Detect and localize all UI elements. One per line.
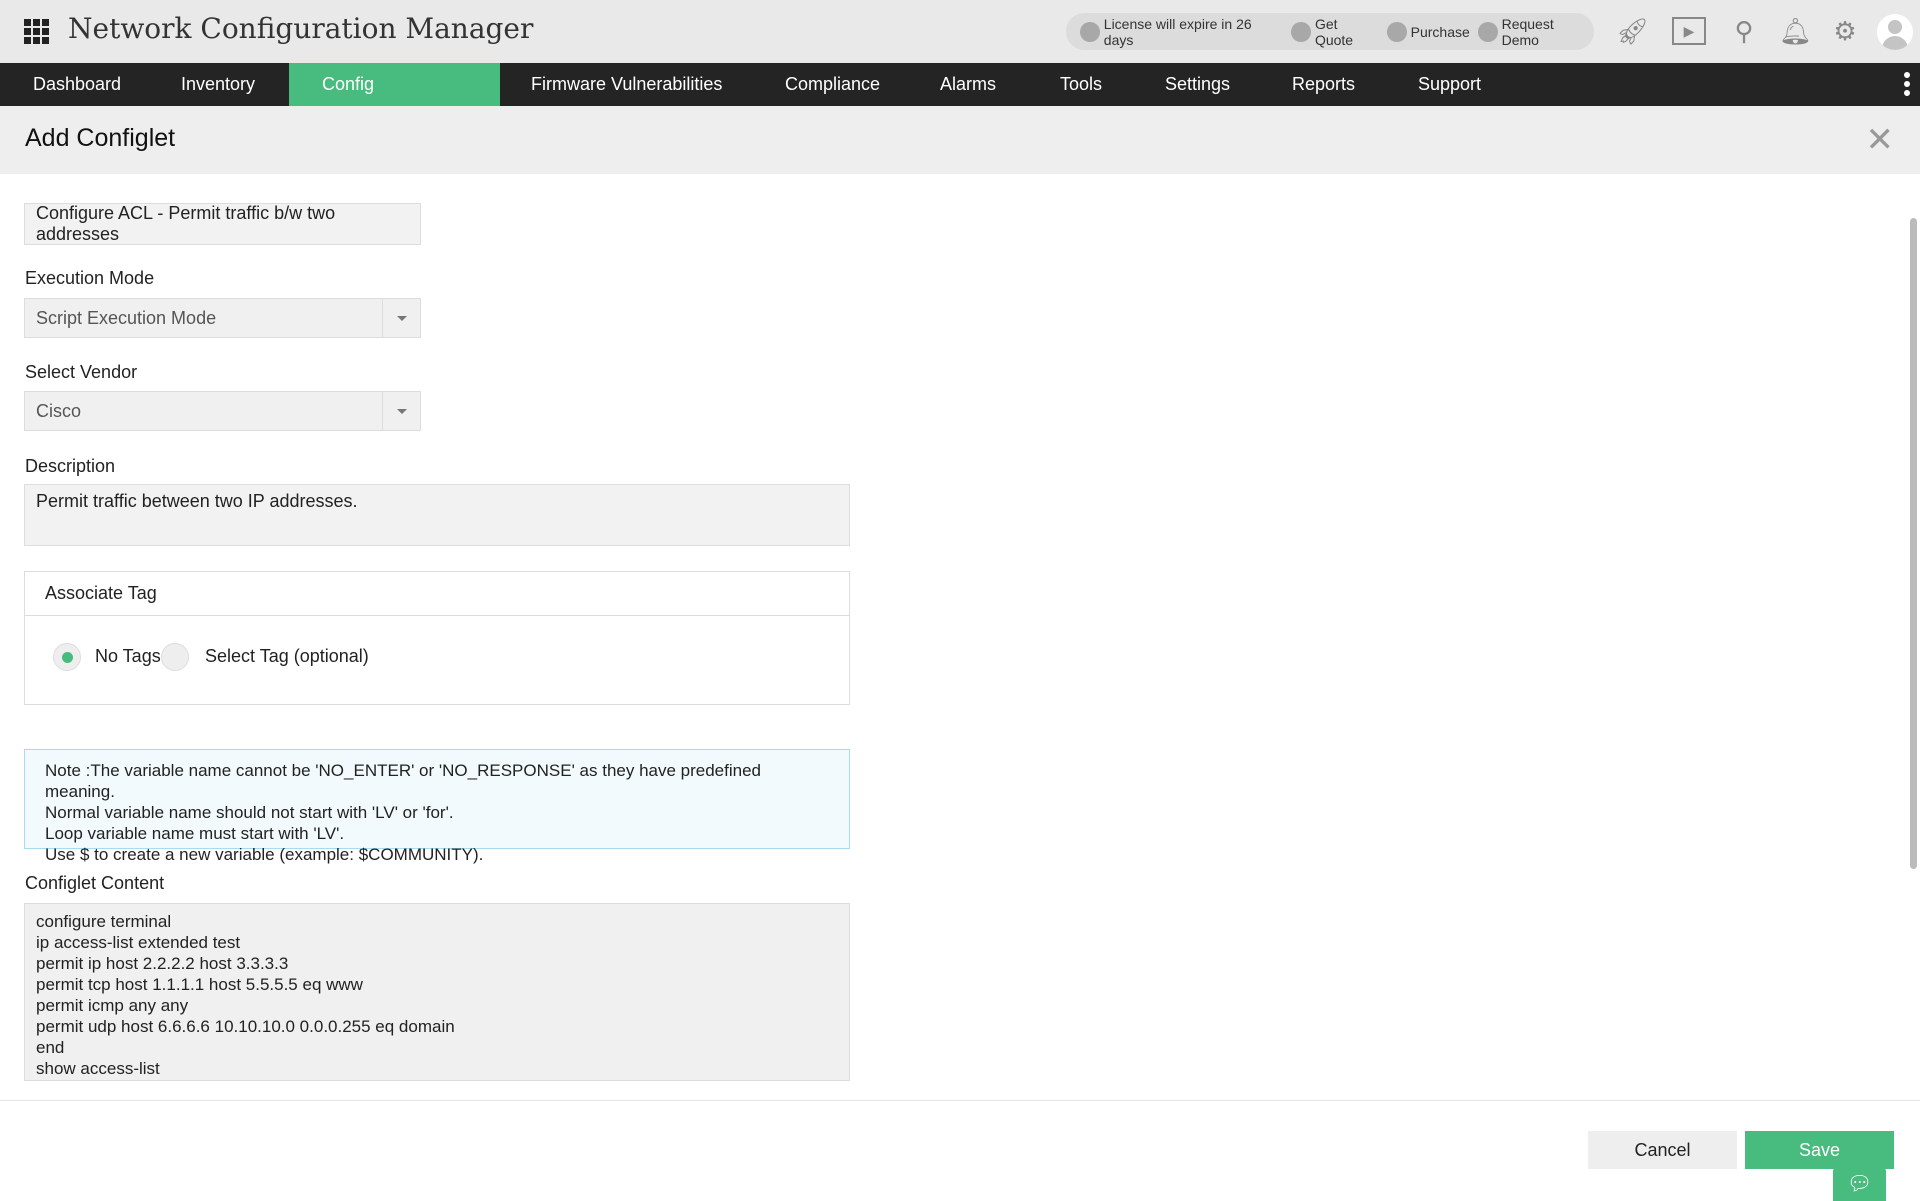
content-line: permit udp host 6.6.6.6 10.10.10.0 0.0.0… bbox=[36, 1017, 455, 1036]
dialog-footer: Cancel Save 💬︎ bbox=[0, 1100, 1920, 1201]
vendor-select[interactable]: Cisco bbox=[24, 391, 421, 431]
dialog-header: Add Configlet ✕ bbox=[0, 106, 1920, 174]
content-line: permit icmp any any bbox=[36, 996, 189, 1015]
configlet-content-label: Configlet Content bbox=[25, 873, 165, 893]
more-menu-icon[interactable] bbox=[1904, 72, 1910, 99]
app-title: Network Configuration Manager bbox=[68, 12, 534, 45]
chat-icon[interactable]: 💬︎ bbox=[1833, 1168, 1886, 1201]
search-icon[interactable]: ⚲ bbox=[1728, 15, 1760, 47]
configlet-content-textarea[interactable]: configure terminal ip access-list extend… bbox=[24, 903, 850, 1081]
note-line: Note :The variable name cannot be 'NO_EN… bbox=[45, 761, 762, 801]
content-line: end bbox=[36, 1038, 65, 1057]
vendor-label: Select Vendor bbox=[25, 362, 138, 382]
rocket-icon[interactable]: 🚀︎ bbox=[1616, 15, 1649, 47]
configlet-name-input[interactable]: Configure ACL - Permit traffic b/w two a… bbox=[24, 203, 421, 245]
content-line: show access-list bbox=[36, 1059, 160, 1078]
nav-settings[interactable]: Settings bbox=[1165, 63, 1230, 106]
dollar-icon bbox=[1291, 21, 1311, 42]
page-title: Add Configlet bbox=[25, 124, 176, 152]
select-tag-radio[interactable] bbox=[161, 643, 189, 671]
execution-mode-value: Script Execution Mode bbox=[36, 308, 217, 328]
purchase-link[interactable]: Purchase bbox=[1411, 24, 1470, 40]
promo-bar: License will expire in 26 days Get Quote… bbox=[1066, 13, 1594, 50]
no-tags-radio[interactable] bbox=[53, 643, 81, 671]
description-textarea[interactable]: Permit traffic between two IP addresses. bbox=[24, 484, 850, 546]
content-line: configure terminal bbox=[36, 912, 172, 931]
nav-support[interactable]: Support bbox=[1418, 63, 1481, 106]
description-label: Description bbox=[25, 456, 116, 476]
top-header: Network Configuration Manager License wi… bbox=[0, 0, 1920, 63]
gear-icon[interactable]: ⚙ bbox=[1829, 15, 1861, 47]
avatar[interactable] bbox=[1877, 14, 1913, 50]
close-icon[interactable]: ✕ bbox=[1866, 123, 1895, 157]
license-link[interactable]: License will expire in 26 days bbox=[1104, 16, 1283, 48]
nav-inventory[interactable]: Inventory bbox=[181, 63, 255, 106]
cart-icon bbox=[1386, 21, 1407, 42]
note-line: Normal variable name should not start wi… bbox=[45, 803, 454, 822]
variable-note: Note :The variable name cannot be 'NO_EN… bbox=[24, 749, 850, 864]
page-scrollbar[interactable] bbox=[1910, 218, 1917, 869]
nav-alarms[interactable]: Alarms bbox=[940, 63, 996, 106]
bell-icon[interactable]: 🔔︎ bbox=[1779, 15, 1812, 47]
get-quote-link[interactable]: Get Quote bbox=[1315, 16, 1379, 48]
note-line: Use $ to create a new variable (example:… bbox=[45, 845, 484, 864]
no-tags-label[interactable]: No Tags bbox=[95, 646, 161, 667]
cancel-button[interactable]: Cancel bbox=[1588, 1131, 1737, 1169]
save-button[interactable]: Save bbox=[1745, 1131, 1894, 1169]
vendor-value: Cisco bbox=[36, 401, 82, 421]
content-line: ip access-list extended test bbox=[36, 933, 241, 952]
chevron-down-icon[interactable] bbox=[382, 299, 420, 337]
execution-mode-label: Execution Mode bbox=[25, 268, 155, 288]
presentation-icon[interactable]: ▶ bbox=[1672, 17, 1706, 45]
demo-icon bbox=[1477, 21, 1498, 42]
select-tag-label[interactable]: Select Tag (optional) bbox=[205, 646, 369, 667]
main-nav: Dashboard Inventory Config Automation Fi… bbox=[0, 63, 1920, 137]
chevron-down-icon[interactable] bbox=[382, 392, 420, 430]
content-line: permit ip host 2.2.2.2 host 3.3.3.3 bbox=[36, 954, 289, 973]
nav-config-automation[interactable]: Config Automation bbox=[289, 63, 500, 137]
content-line: permit tcp host 1.1.1.1 host 5.5.5.5 eq … bbox=[36, 975, 363, 994]
execution-mode-select[interactable]: Script Execution Mode bbox=[24, 298, 421, 338]
associate-tag-panel: Associate Tag No Tags Select Tag (option… bbox=[24, 571, 850, 705]
associate-tag-heading: Associate Tag bbox=[25, 572, 849, 616]
app-grid-icon[interactable] bbox=[24, 19, 49, 44]
nav-reports[interactable]: Reports bbox=[1292, 63, 1355, 106]
nav-firmware-vulnerabilities[interactable]: Firmware Vulnerabilities bbox=[531, 63, 722, 106]
license-icon bbox=[1080, 21, 1100, 42]
request-demo-link[interactable]: Request Demo bbox=[1502, 16, 1594, 48]
nav-dashboard[interactable]: Dashboard bbox=[33, 63, 121, 106]
note-line: Loop variable name must start with 'LV'. bbox=[45, 824, 345, 843]
nav-compliance[interactable]: Compliance bbox=[785, 63, 880, 106]
nav-tools[interactable]: Tools bbox=[1060, 63, 1102, 106]
